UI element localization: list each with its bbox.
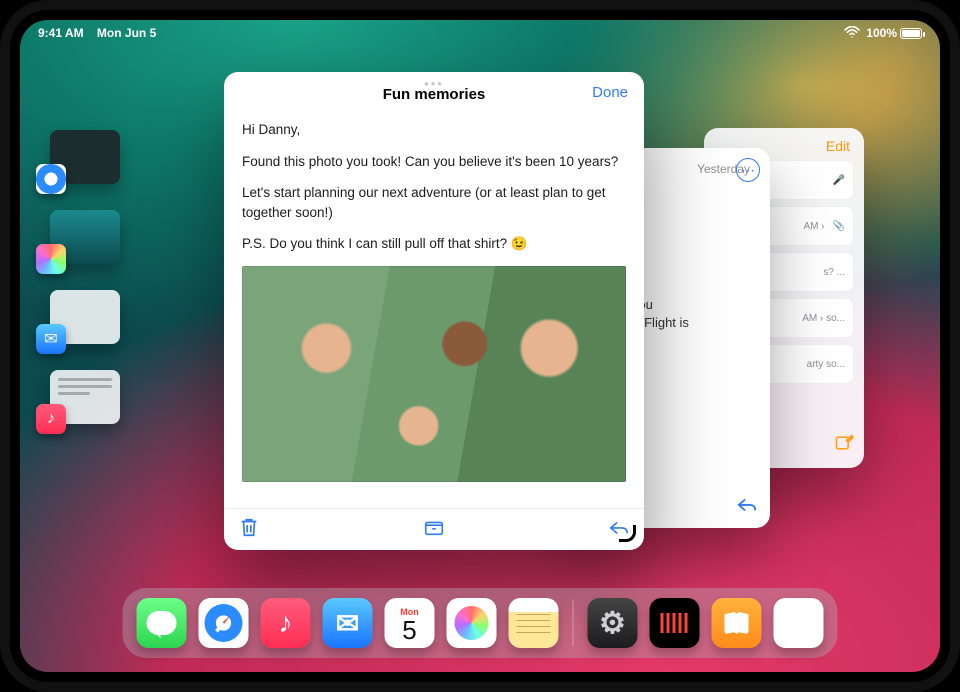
dock-app-music[interactable] [261,598,311,648]
resize-handle[interactable] [620,526,638,544]
mail-toolbar [224,508,644,550]
music-icon [36,404,66,434]
dock-app-notes[interactable] [509,598,559,648]
wifi-icon [844,26,860,41]
compose-button[interactable] [834,433,854,458]
stage-thumb-mail[interactable] [50,290,120,344]
mail-line: Let's start planning our next adventure … [242,183,626,222]
photos-icon [36,244,66,274]
mail-line: Hi Danny, [242,120,626,140]
safari-icon [36,164,66,194]
status-right: 100% [844,26,922,41]
window-grabber-icon[interactable]: ••• [424,76,444,91]
dock-app-settings[interactable] [588,598,638,648]
stage-thumb-music[interactable] [50,370,120,424]
stage-manager-strip [50,130,130,424]
dock-separator [573,600,574,646]
status-time: 9:41 AM [38,26,84,40]
ipad-frame: 9:41 AM Mon Jun 5 100% [10,10,950,682]
battery-pct: 100% [866,26,897,40]
edit-button[interactable]: Edit [826,138,850,154]
mic-icon: 🎤 [833,175,845,186]
mail-icon [36,324,66,354]
dock-app-voicememos[interactable] [650,598,700,648]
mail-titlebar[interactable]: ••• Fun memories Done [224,72,644,116]
dock-app-calendar[interactable]: Mon 5 [385,598,435,648]
mail-line: P.S. Do you think I can still pull off t… [242,234,626,254]
status-bar: 9:41 AM Mon Jun 5 100% [20,20,940,46]
attachment-icon: 📎 [833,221,845,232]
dock-app-library[interactable] [774,598,824,648]
archive-button[interactable] [423,516,445,543]
dock-app-mail[interactable] [323,598,373,648]
reply-button[interactable] [736,493,758,518]
dock-app-photos[interactable] [447,598,497,648]
dock-app-messages[interactable] [137,598,187,648]
dock-app-safari[interactable] [199,598,249,648]
stage-thumb-photos[interactable] [50,210,120,264]
mail-body[interactable]: Hi Danny, Found this photo you took! Can… [224,116,644,508]
stage-thumb-safari[interactable] [50,130,120,184]
status-left: 9:41 AM Mon Jun 5 [38,26,156,40]
calendar-day: 5 [402,617,416,643]
done-button[interactable]: Done [592,84,628,101]
more-options-button[interactable]: ⋯ [736,158,760,182]
dock-app-books[interactable] [712,598,762,648]
status-date: Mon Jun 5 [97,26,156,40]
attached-photo[interactable] [242,266,626,482]
trash-button[interactable] [238,516,260,543]
dock: Mon 5 [123,588,838,658]
ipad-screen: 9:41 AM Mon Jun 5 100% [20,20,940,672]
battery-indicator: 100% [866,26,922,40]
mail-compose-window[interactable]: ••• Fun memories Done Hi Danny, Found th… [224,72,644,550]
mail-line: Found this photo you took! Can you belie… [242,152,626,172]
